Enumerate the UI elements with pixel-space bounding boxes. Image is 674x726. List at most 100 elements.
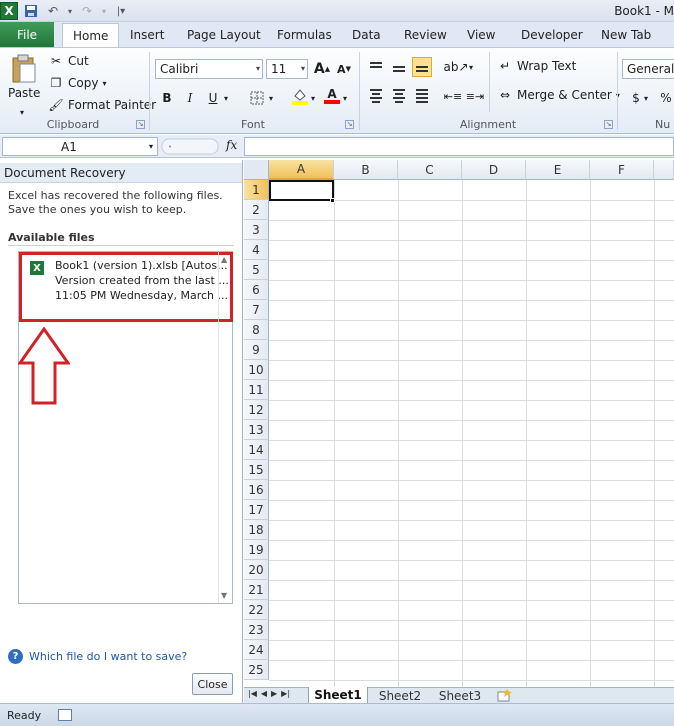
font-color-icon[interactable]: A xyxy=(322,86,342,106)
formula-input[interactable] xyxy=(244,137,674,156)
scroll-down-icon[interactable]: ▼ xyxy=(221,591,227,600)
sheet-tab-sheet1[interactable]: Sheet1 xyxy=(308,687,368,704)
shrink-font-icon[interactable]: A ▼ xyxy=(334,59,354,79)
font-name-select[interactable]: Calibri ▾ xyxy=(155,59,263,79)
column-header[interactable] xyxy=(654,160,674,180)
column-header[interactable]: E xyxy=(526,160,590,180)
customize-icon[interactable]: |▾ xyxy=(112,2,130,20)
row-header[interactable]: 3 xyxy=(244,220,269,240)
row-header[interactable]: 10 xyxy=(244,360,269,380)
tab-formulas[interactable]: Formulas xyxy=(277,22,332,47)
tab-file[interactable]: File xyxy=(0,22,54,47)
active-cell[interactable] xyxy=(269,180,334,201)
redo-dropdown-icon[interactable]: ▾ xyxy=(100,2,108,20)
tab-data[interactable]: Data xyxy=(352,22,381,47)
sheet-tab-sheet2[interactable]: Sheet2 xyxy=(372,687,428,704)
row-header[interactable]: 23 xyxy=(244,620,269,640)
row-header[interactable]: 2 xyxy=(244,200,269,220)
decrease-indent-icon[interactable]: ⇤≡ xyxy=(443,86,463,106)
tab-developer[interactable]: Developer xyxy=(521,22,583,47)
file-list-scrollbar[interactable]: ▲ ▼ xyxy=(218,252,232,603)
borders-dropdown-icon[interactable]: ▾ xyxy=(266,88,276,108)
select-all-corner[interactable] xyxy=(244,160,269,180)
copy-button[interactable]: ❐ Copy ▾ xyxy=(48,75,107,91)
font-launcher-icon[interactable]: ↘ xyxy=(345,120,354,129)
row-header[interactable]: 20 xyxy=(244,560,269,580)
align-middle-icon[interactable] xyxy=(389,57,409,77)
tab-new-tab[interactable]: New Tab xyxy=(601,22,651,47)
formula-bar-handle-icon[interactable] xyxy=(160,137,220,156)
undo-dropdown-icon[interactable]: ▾ xyxy=(66,2,74,20)
sheet-tab-sheet3[interactable]: Sheet3 xyxy=(432,687,488,704)
clipboard-launcher-icon[interactable]: ↘ xyxy=(136,120,145,129)
row-header[interactable]: 16 xyxy=(244,480,269,500)
row-header[interactable]: 15 xyxy=(244,460,269,480)
help-link[interactable]: ? Which file do I want to save? xyxy=(8,649,187,664)
paste-dropdown-icon[interactable]: ▾ xyxy=(20,108,24,117)
borders-icon[interactable] xyxy=(247,88,267,108)
last-sheet-icon[interactable]: ▶| xyxy=(281,689,290,698)
row-header[interactable]: 24 xyxy=(244,640,269,660)
orientation-icon[interactable]: ab↗ xyxy=(443,57,468,77)
tab-page-layout[interactable]: Page Layout xyxy=(187,22,261,47)
row-header[interactable]: 19 xyxy=(244,540,269,560)
insert-sheet-icon[interactable] xyxy=(496,689,512,702)
bold-button[interactable]: B xyxy=(157,88,177,108)
save-icon[interactable] xyxy=(22,2,40,20)
tab-insert[interactable]: Insert xyxy=(130,22,164,47)
scroll-up-icon[interactable]: ▲ xyxy=(221,255,227,264)
row-header[interactable]: 9 xyxy=(244,340,269,360)
row-header[interactable]: 21 xyxy=(244,580,269,600)
column-header[interactable]: D xyxy=(462,160,526,180)
italic-button[interactable]: I xyxy=(180,88,200,108)
recovered-file-item[interactable]: X Book1 (version 1).xlsb [Autos... Versi… xyxy=(19,252,233,322)
worksheet-grid[interactable]: A B C D E F 1 2 3 4 5 6 7 8 9 10 11 12 1… xyxy=(244,160,674,687)
column-header[interactable]: B xyxy=(334,160,398,180)
first-sheet-icon[interactable]: |◀ xyxy=(248,689,257,698)
orientation-dropdown-icon[interactable]: ▾ xyxy=(466,57,476,77)
align-right-icon[interactable] xyxy=(412,86,432,106)
tab-review[interactable]: Review xyxy=(404,22,447,47)
copy-dropdown-icon[interactable]: ▾ xyxy=(102,79,106,88)
align-center-icon[interactable] xyxy=(389,86,409,106)
fill-color-icon[interactable] xyxy=(290,86,310,106)
row-header[interactable]: 13 xyxy=(244,420,269,440)
name-box[interactable]: A1 ▾ xyxy=(2,137,158,156)
next-sheet-icon[interactable]: ▶ xyxy=(271,689,277,698)
undo-icon[interactable]: ↶ xyxy=(44,2,62,20)
row-header[interactable]: 5 xyxy=(244,260,269,280)
row-header[interactable]: 7 xyxy=(244,300,269,320)
macro-recording-icon[interactable] xyxy=(58,709,72,721)
fill-color-dropdown-icon[interactable]: ▾ xyxy=(308,88,318,108)
underline-button[interactable]: U xyxy=(203,88,223,108)
row-header[interactable]: 22 xyxy=(244,600,269,620)
column-header[interactable]: F xyxy=(590,160,654,180)
number-format-select[interactable]: General xyxy=(622,59,674,79)
wrap-text-button[interactable]: ↵ Wrap Text xyxy=(497,58,576,74)
row-header[interactable]: 1 xyxy=(244,180,269,200)
column-header[interactable]: A xyxy=(269,160,334,180)
underline-dropdown-icon[interactable]: ▾ xyxy=(221,88,231,108)
font-color-dropdown-icon[interactable]: ▾ xyxy=(340,88,350,108)
tab-view[interactable]: View xyxy=(467,22,495,47)
row-header[interactable]: 25 xyxy=(244,660,269,680)
redo-icon[interactable]: ↷ xyxy=(78,2,96,20)
align-top-icon[interactable] xyxy=(366,57,386,77)
row-header[interactable]: 17 xyxy=(244,500,269,520)
merge-center-button[interactable]: ⇔ Merge & Center ▾ xyxy=(497,87,620,103)
format-painter-button[interactable]: 🖌 Format Painter xyxy=(48,97,156,113)
grow-font-icon[interactable]: A ▲ xyxy=(312,59,332,79)
excel-icon[interactable]: X xyxy=(0,2,18,20)
prev-sheet-icon[interactable]: ◀ xyxy=(261,689,267,698)
column-header[interactable]: C xyxy=(398,160,462,180)
currency-dropdown-icon[interactable]: ▾ xyxy=(641,88,651,108)
row-header[interactable]: 8 xyxy=(244,320,269,340)
cut-button[interactable]: ✂ Cut xyxy=(48,53,89,69)
fill-handle[interactable] xyxy=(330,198,335,203)
align-bottom-icon[interactable] xyxy=(412,57,432,77)
close-button[interactable]: Close xyxy=(192,673,233,695)
align-left-icon[interactable] xyxy=(366,86,386,106)
row-header[interactable]: 18 xyxy=(244,520,269,540)
row-header[interactable]: 6 xyxy=(244,280,269,300)
increase-indent-icon[interactable]: ≡⇥ xyxy=(465,86,485,106)
